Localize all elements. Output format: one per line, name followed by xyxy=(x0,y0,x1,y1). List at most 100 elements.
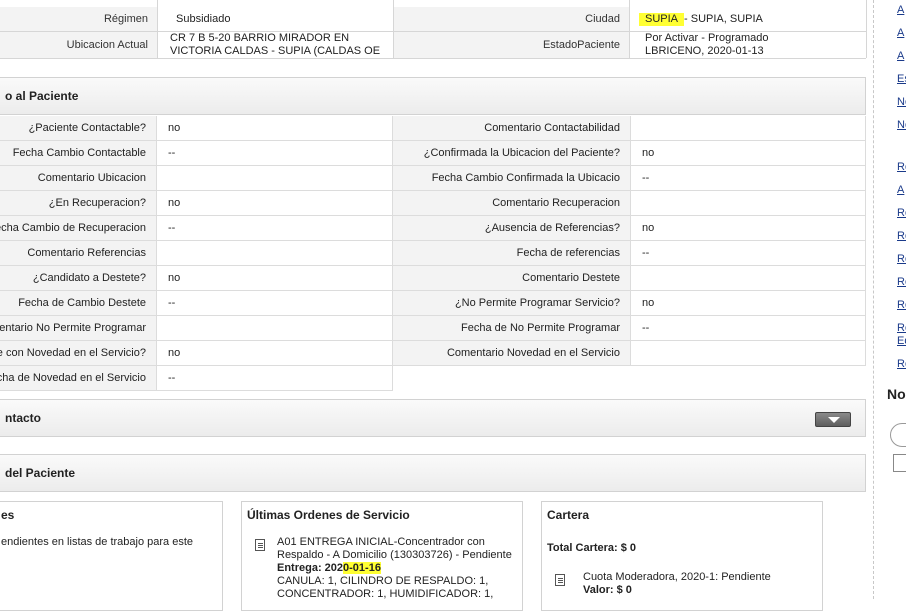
field-label: ¿Paciente Contactable? xyxy=(0,116,157,141)
field-label: Fecha de Cambio Destete xyxy=(0,291,157,316)
field-value: -- xyxy=(631,316,866,341)
field-value xyxy=(631,341,866,366)
field-value: no xyxy=(157,341,393,366)
cartera-line1: Cuota Moderadora, 2020-1: Pendiente xyxy=(583,571,771,583)
entrega-highlight: 0-01-16 xyxy=(343,562,381,574)
grid-row-left: Comentario Referencias xyxy=(0,241,393,266)
right-link-12[interactable]: Re xyxy=(897,299,906,311)
right-link-13[interactable]: Re xyxy=(897,322,906,334)
field-value: no xyxy=(631,141,866,166)
panel-pendientes: es endientes en listas de trabajo para e… xyxy=(0,501,223,611)
field-label: Fecha Cambio Confirmada la Ubicacio xyxy=(393,166,631,191)
orden-line1: A01 ENTREGA INICIAL-Concentrador con xyxy=(277,536,485,548)
grid-row-left: echa Cambio de Recuperacion -- xyxy=(0,216,393,241)
field-value: no xyxy=(631,291,866,316)
right-link-15[interactable]: Re xyxy=(897,358,906,370)
ubicacion-value: CR 7 B 5-20 BARRIO MIRADOR EN VICTORIA C… xyxy=(158,32,392,58)
field-label: Comentario Novedad en el Servicio xyxy=(393,341,631,366)
field-label: Fecha Cambio Contactable xyxy=(0,141,157,166)
orden-item[interactable]: A01 ENTREGA INICIAL-Concentrador con Res… xyxy=(277,536,512,601)
grid-row-right: ¿Confirmada la Ubicacion del Paciente? no xyxy=(393,141,866,166)
cartera-value: Valor: $ 0 xyxy=(583,584,632,596)
panel-cartera: Cartera Total Cartera: $ 0 Cuota Moderad… xyxy=(541,501,823,611)
field-value xyxy=(157,241,393,266)
field-label: ¿En Recuperacion? xyxy=(0,191,157,216)
section-header-paciente[interactable]: o al Paciente xyxy=(0,77,866,115)
field-value xyxy=(157,316,393,341)
field-label: Comentario Destete xyxy=(393,266,631,291)
estado-line2: LBRICENO, 2020-01-13 xyxy=(645,45,764,57)
grid-row-left: ¿Paciente Contactable? no xyxy=(0,116,393,141)
document-icon xyxy=(255,539,265,551)
grid-row-left: mentario No Permite Programar xyxy=(0,316,393,341)
panel-cartera-title: Cartera xyxy=(547,508,590,522)
right-link-14[interactable]: Ed xyxy=(897,335,906,347)
field-value: -- xyxy=(157,366,393,391)
cartera-total: Total Cartera: $ 0 xyxy=(547,542,637,554)
field-label: Comentario Ubicacion xyxy=(0,166,157,191)
right-link-4[interactable]: No xyxy=(897,96,906,108)
grid-row-left: ¿Candidato a Destete? no xyxy=(0,266,393,291)
ciudad-rest: - SUPIA, SUPIA xyxy=(684,12,763,25)
grid-row-right: Fecha de referencias -- xyxy=(393,241,866,266)
grid-row-right: Comentario Contactabilidad xyxy=(393,116,866,141)
grid-row-right: Fecha de No Permite Programar -- xyxy=(393,316,866,341)
ubicacion-line2: VICTORIA CALDAS - SUPIA (CALDAS OE xyxy=(170,45,381,57)
ubicacion-label: Ubicacion Actual xyxy=(0,32,157,58)
estado-line1: Por Activar - Programado xyxy=(645,32,769,44)
right-link-5[interactable]: No xyxy=(897,119,906,131)
field-label: Comentario Recuperacion xyxy=(393,191,631,216)
expand-toggle-button[interactable] xyxy=(815,412,851,427)
right-link-9[interactable]: Re xyxy=(897,230,906,242)
ciudad-label: Ciudad xyxy=(394,7,629,31)
section-header-del-paciente[interactable]: del Paciente xyxy=(0,454,866,492)
right-checkbox[interactable] xyxy=(893,454,906,472)
right-link-2[interactable]: A xyxy=(897,50,906,62)
field-value: no xyxy=(631,216,866,241)
field-label: ¿No Permite Programar Servicio? xyxy=(393,291,631,316)
grid-row-left: Fecha de Cambio Destete -- xyxy=(0,291,393,316)
ciudad-value: SUPIA - SUPIA, SUPIA xyxy=(630,7,866,31)
right-link-8[interactable]: Re xyxy=(897,207,906,219)
right-link-1[interactable]: A xyxy=(897,27,906,39)
grid-row-left: e con Novedad en el Servicio? no xyxy=(0,341,393,366)
cartera-item[interactable]: Cuota Moderadora, 2020-1: Pendiente Valo… xyxy=(583,571,771,597)
field-value: -- xyxy=(157,291,393,316)
right-link-11[interactable]: Re xyxy=(897,276,906,288)
field-label: ¿Confirmada la Ubicacion del Paciente? xyxy=(393,141,631,166)
field-value: -- xyxy=(631,166,866,191)
field-value: no xyxy=(157,116,393,141)
right-link-3[interactable]: Es xyxy=(897,73,906,85)
field-value xyxy=(631,266,866,291)
field-value xyxy=(631,116,866,141)
regimen-value: Subsidiado xyxy=(158,7,392,31)
grid-row-left: Comentario Ubicacion xyxy=(0,166,393,191)
entrega-label: Entrega: 202 xyxy=(277,562,344,574)
right-link-10[interactable]: Re xyxy=(897,253,906,265)
right-link-6[interactable]: Re xyxy=(897,161,906,173)
ciudad-highlight: SUPIA xyxy=(639,12,685,26)
grid-row-right: Comentario Destete xyxy=(393,266,866,291)
field-label: mentario No Permite Programar xyxy=(0,316,157,341)
right-link-0[interactable]: A xyxy=(897,4,906,16)
orden-detail2: CONCENTRADOR: 1, HUMIDIFICADOR: 1, xyxy=(277,588,494,600)
right-link-7[interactable]: A xyxy=(897,184,906,196)
grid-row-right: Comentario Recuperacion xyxy=(393,191,866,216)
panel-ordenes-title: Últimas Ordenes de Servicio xyxy=(247,508,410,522)
panel-ordenes: Últimas Ordenes de Servicio A01 ENTREGA … xyxy=(241,501,523,611)
section-header-contacto[interactable]: ntacto xyxy=(0,399,866,437)
field-label: Comentario Referencias xyxy=(0,241,157,266)
grid-row-right: ¿Ausencia de Referencias? no xyxy=(393,216,866,241)
grid-row-right: Fecha Cambio Confirmada la Ubicacio -- xyxy=(393,166,866,191)
field-label: ¿Ausencia de Referencias? xyxy=(393,216,631,241)
grid-row-left: cha de Novedad en el Servicio -- xyxy=(0,366,393,391)
estado-label: EstadoPaciente xyxy=(394,32,629,58)
field-label: ¿Candidato a Destete? xyxy=(0,266,157,291)
field-label: e con Novedad en el Servicio? xyxy=(0,341,157,366)
document-icon xyxy=(555,574,565,586)
section-title-contacto: ntacto xyxy=(5,411,41,425)
regimen-label: Régimen xyxy=(0,7,157,31)
field-label: Fecha de referencias xyxy=(393,241,631,266)
orden-entrega: Entrega: 2020-01-16 xyxy=(277,562,512,575)
field-label: cha de Novedad en el Servicio xyxy=(0,366,157,391)
